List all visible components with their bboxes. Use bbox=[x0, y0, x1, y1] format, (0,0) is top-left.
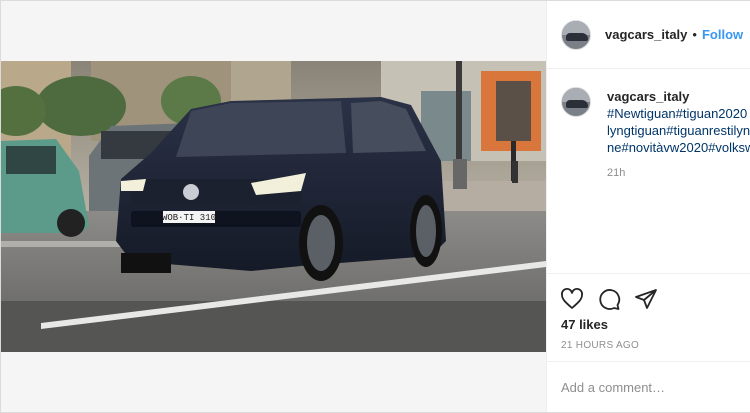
username-link[interactable]: vagcars_italy bbox=[605, 27, 687, 42]
comment-icon[interactable] bbox=[597, 287, 621, 311]
heart-icon[interactable] bbox=[560, 287, 584, 311]
post-frame: WOB·TI 310 vagcars_italy • Follow vagcar… bbox=[0, 0, 750, 413]
comment-input[interactable]: Add a comment… bbox=[561, 380, 665, 395]
caption-time[interactable]: 21h bbox=[607, 167, 625, 179]
caption-hashtags[interactable]: ne#novitàvw2020#volksw bbox=[607, 140, 750, 155]
post-header: vagcars_italy • Follow bbox=[547, 1, 750, 69]
caption-hashtags[interactable]: lyngtiguan#tiguanrestilyn bbox=[607, 123, 750, 138]
post-photo[interactable]: WOB·TI 310 bbox=[1, 61, 546, 352]
likes-count[interactable]: 47 likes bbox=[561, 317, 608, 332]
comment-box[interactable]: Add a comment… bbox=[547, 361, 750, 412]
follow-button[interactable]: Follow bbox=[702, 27, 743, 42]
post-timestamp[interactable]: 21 HOURS AGO bbox=[561, 340, 639, 351]
caption-hashtags[interactable]: #Newtiguan#tiguan2020 bbox=[607, 106, 747, 121]
avatar[interactable] bbox=[561, 19, 591, 50]
post-media[interactable]: WOB·TI 310 bbox=[1, 1, 546, 412]
plate-text: WOB·TI 310 bbox=[162, 213, 216, 223]
caption-avatar[interactable] bbox=[561, 87, 591, 117]
post-sidebar: vagcars_italy • Follow vagcars_italy #Ne… bbox=[547, 1, 750, 412]
separator-dot: • bbox=[692, 27, 697, 42]
share-icon[interactable] bbox=[634, 287, 658, 311]
caption-username[interactable]: vagcars_italy bbox=[607, 89, 689, 104]
car-photo: WOB·TI 310 bbox=[1, 61, 546, 352]
